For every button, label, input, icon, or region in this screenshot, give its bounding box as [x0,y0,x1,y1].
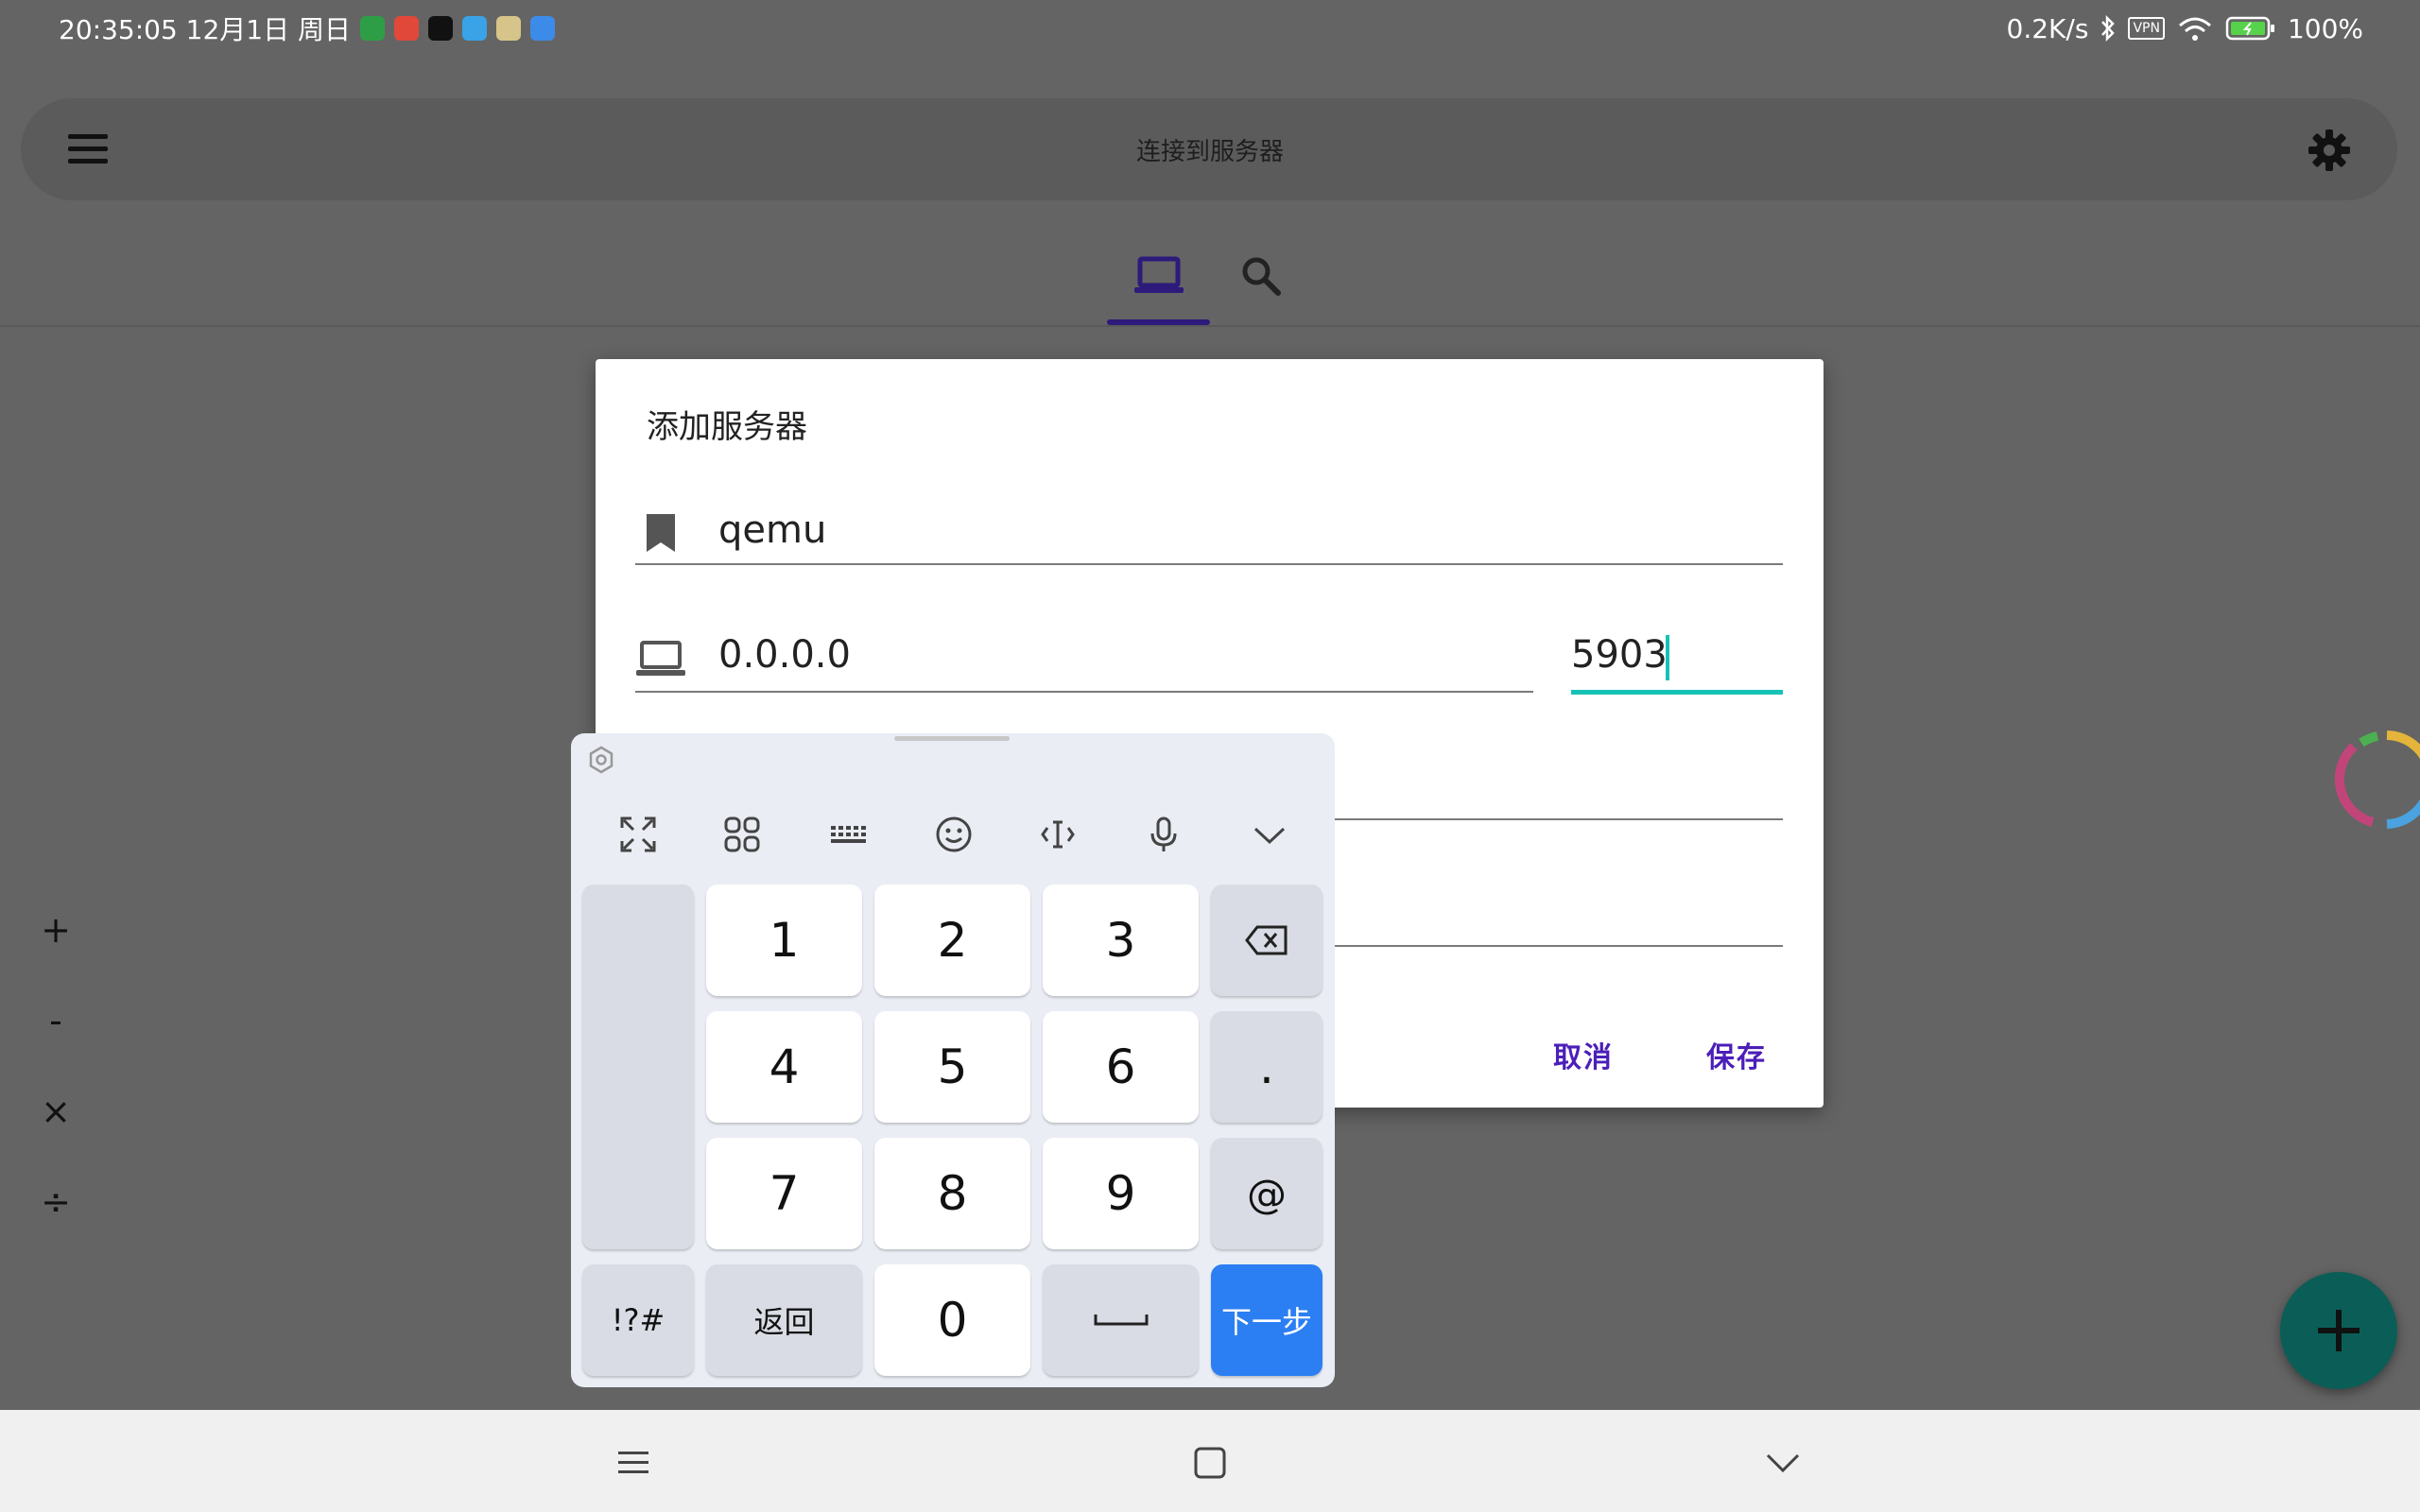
dot-key[interactable]: . [1211,1011,1322,1123]
save-button[interactable]: 保存 [1706,1034,1767,1075]
laptop-icon [636,641,685,676]
home-square-icon[interactable] [1191,1444,1229,1482]
return-key[interactable]: 返回 [706,1264,862,1376]
port-input[interactable]: 5903 [1571,633,1668,677]
dialog-title: 添加服务器 [647,408,807,446]
game-app-icon [496,16,521,41]
next-step-key[interactable]: 下一步 [1211,1264,1322,1376]
key-6[interactable]: 6 [1043,1011,1199,1123]
key-4[interactable]: 4 [706,1011,862,1123]
field-underline-4 [1335,945,1783,947]
fullscreen-icon[interactable] [618,815,658,854]
tab-selected-indicator [1107,319,1210,325]
battery-icon [2225,16,2274,41]
tab-discover-search-icon[interactable] [1238,253,1284,299]
host-address-underline [635,691,1533,693]
keyboard-drag-handle[interactable] [894,736,1010,741]
status-bar-right: 0.2K/s VPN 100% [2007,11,2363,45]
key-1[interactable]: 1 [706,885,862,996]
multiply-key[interactable]: × [0,1091,112,1132]
vpn-icon: VPN [2128,17,2165,40]
server-name-underline [635,563,1783,565]
key-0[interactable]: 0 [874,1264,1030,1376]
recent-apps-menu-icon[interactable] [614,1444,652,1482]
battery-level: 100% [2287,12,2363,44]
cancel-button[interactable]: 取消 [1553,1034,1614,1075]
plus-key[interactable]: + [0,909,112,951]
minus-key[interactable]: - [0,1000,112,1041]
emoji-icon[interactable] [934,815,974,854]
key-5[interactable]: 5 [874,1011,1030,1123]
key-8[interactable]: 8 [874,1138,1030,1249]
back-chevron-down-icon[interactable] [1764,1444,1802,1482]
symbols-key[interactable]: !?# [582,1264,694,1376]
cursor-move-icon[interactable] [1038,815,1078,854]
tab-bar-divider [0,325,2420,327]
at-key[interactable]: @ [1211,1138,1322,1249]
apps-grid-icon[interactable] [722,815,762,854]
backspace-key[interactable] [1211,885,1322,996]
browser-app-icon [462,16,487,41]
key-3[interactable]: 3 [1043,885,1199,996]
keyboard-settings-icon[interactable] [586,745,616,775]
shield-app-icon [360,16,385,41]
bluetooth-icon [2101,14,2116,43]
net-speed: 0.2K/s [2006,12,2089,44]
field-underline-3 [1335,818,1783,820]
space-bar-icon [1094,1314,1148,1326]
wifi-icon [2178,17,2211,41]
status-bar-left: 20:35:05 12月1日 周日 [59,11,555,45]
tab-servers-laptop-icon[interactable] [1132,253,1185,299]
keyboard-layout-icon[interactable] [828,815,868,854]
microphone-icon[interactable] [1144,815,1184,854]
backspace-icon [1245,925,1288,955]
hide-keyboard-chevron-icon[interactable] [1250,815,1289,854]
key-9[interactable]: 9 [1043,1138,1199,1249]
loading-spinner-icon [2335,730,2420,829]
divide-key[interactable]: ÷ [0,1181,112,1223]
key-2[interactable]: 2 [874,885,1030,996]
status-time-date: 20:35:05 12月1日 周日 [59,14,351,45]
bookmark-icon [647,514,675,552]
space-key[interactable] [1043,1264,1199,1376]
calendar-app-icon [530,16,555,41]
server-name-input[interactable]: qemu [718,508,826,552]
port-underline-focused [1571,690,1783,695]
key-7[interactable]: 7 [706,1138,862,1249]
operator-key-column [582,885,694,1249]
host-address-input[interactable]: 0.0.0.0 [718,633,851,677]
terminal-app-icon [428,16,453,41]
text-cursor [1666,635,1669,680]
app-bar-title: 连接到服务器 [1135,138,1284,166]
settings-gear-icon[interactable] [2307,128,2352,173]
video-app-icon [394,16,419,41]
plus-icon [2318,1310,2360,1351]
